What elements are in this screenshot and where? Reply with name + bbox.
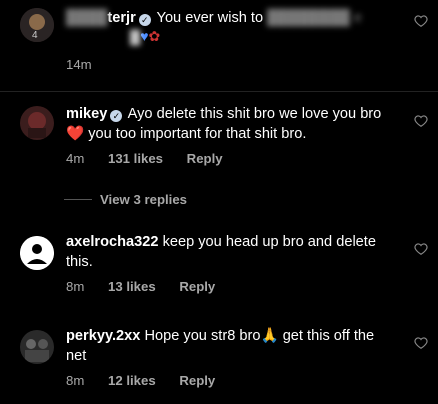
comment-time: 8m (66, 279, 85, 294)
comment-text: ████terjr ✓ You ever wish to ████████ e (66, 8, 396, 28)
like-icon[interactable] (414, 242, 428, 256)
blue-heart-icon: ♥ (140, 28, 149, 44)
comment-username[interactable]: perkyy.2xx (66, 328, 140, 344)
avatar-image (20, 330, 54, 364)
verified-icon: ✓ (110, 110, 123, 122)
red-heart-icon: ❤️ (66, 126, 85, 142)
avatar-image: 4 (20, 8, 54, 42)
emoji-row: ▓♥✿ (130, 28, 160, 45)
comment-meta: 14m (66, 57, 112, 72)
svg-text:4: 4 (32, 30, 38, 41)
comment-body: Hope you str8 bro (144, 328, 261, 344)
comment-body: You ever wish to (156, 10, 264, 26)
comment-time: 8m (66, 373, 85, 388)
comment-username[interactable]: axelrocha322 (66, 234, 159, 250)
like-icon[interactable] (414, 336, 428, 350)
rose-icon: ✿ (148, 28, 161, 44)
default-avatar-icon (20, 236, 54, 270)
comment-time: 4m (66, 151, 85, 166)
reply-button[interactable]: Reply (187, 151, 223, 166)
view-replies-label: View 3 replies (100, 192, 187, 207)
replies-line (64, 199, 92, 200)
like-count[interactable]: 131 likes (108, 151, 163, 166)
comment-username[interactable]: mikey (66, 106, 107, 122)
praying-hands-icon: 🙏 (260, 328, 279, 344)
reply-button[interactable]: Reply (179, 279, 215, 294)
comment-text: axelrocha322 keep you head up bro and de… (66, 232, 396, 272)
comment-item: mikey ✓ Ayo delete this shit bro we love … (0, 92, 438, 217)
avatar[interactable] (20, 330, 54, 364)
like-count[interactable]: 12 likes (108, 373, 156, 388)
redacted-text: ████████ e (267, 10, 363, 26)
comment-text: perkyy.2xx Hope you str8 bro🙏 get this o… (66, 326, 396, 366)
comment-item: 4 ████terjr ✓ You ever wish to ████████ e… (0, 0, 438, 90)
like-icon[interactable] (414, 14, 428, 28)
comment-body: Ayo delete this shit bro we love you bro (127, 106, 382, 122)
like-count[interactable]: 13 likes (108, 279, 156, 294)
avatar[interactable] (20, 106, 54, 140)
comment-meta: 8m 13 likes Reply (66, 279, 235, 294)
comment-text: mikey ✓ Ayo delete this shit bro we love … (66, 104, 396, 144)
comment-body-continued: you too important for that shit bro. (84, 126, 307, 142)
verified-icon: ✓ (138, 14, 151, 26)
comment-item: perkyy.2xx Hope you str8 bro🙏 get this o… (0, 316, 438, 404)
comment-meta: 8m 12 likes Reply (66, 373, 235, 388)
avatar[interactable]: 4 (20, 8, 54, 42)
comment-time: 14m (66, 57, 92, 72)
avatar[interactable] (20, 236, 54, 270)
reply-button[interactable]: Reply (179, 373, 215, 388)
like-icon[interactable] (414, 114, 428, 128)
redacted-username-prefix: ████ (66, 10, 108, 26)
redacted-emoji: ▓ (130, 28, 141, 44)
avatar-image (20, 106, 54, 140)
comment-item: axelrocha322 keep you head up bro and de… (0, 222, 438, 312)
comment-username[interactable]: terjr (107, 10, 135, 26)
view-replies-button[interactable]: View 3 replies (64, 192, 187, 207)
comment-meta: 4m 131 likes Reply (66, 151, 243, 166)
